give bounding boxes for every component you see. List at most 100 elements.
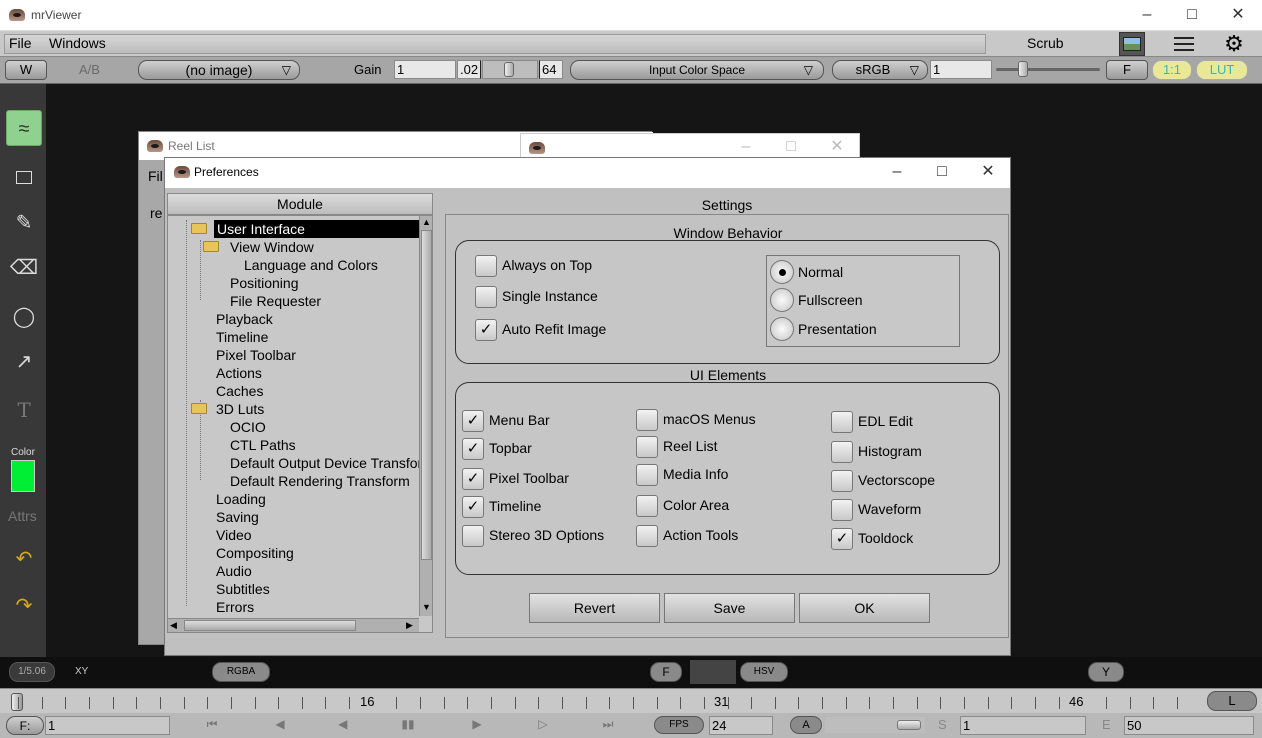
checkbox-pixel-toolbar[interactable]: ✓ <box>462 468 484 490</box>
maximize-icon[interactable]: □ <box>933 163 951 181</box>
step-back-icon[interactable]: ◀ <box>336 717 352 731</box>
scroll-left-icon[interactable]: ◀ <box>170 620 181 631</box>
gain-max-input[interactable]: 64 <box>539 60 563 79</box>
hamburger-menu-icon[interactable] <box>1174 37 1194 51</box>
menu-windows[interactable]: Windows <box>49 35 106 51</box>
lut-button[interactable]: LUT <box>1196 60 1248 80</box>
close-icon[interactable]: ✕ <box>828 138 846 156</box>
menu-file[interactable]: File <box>9 35 32 51</box>
play-icon[interactable]: ▷ <box>535 717 551 731</box>
tree-item[interactable]: File Requester <box>230 292 321 310</box>
scroll-thumb[interactable] <box>184 620 356 631</box>
f-button[interactable]: F <box>1106 60 1148 80</box>
minimize-icon[interactable]: – <box>1138 6 1156 24</box>
tree-item[interactable]: Caches <box>216 382 263 400</box>
scrub-mode[interactable]: Scrub <box>1027 35 1064 51</box>
checkbox-single-instance[interactable] <box>475 286 497 308</box>
audio-button[interactable]: A <box>790 716 822 734</box>
tree-item[interactable]: Subtitles <box>216 580 270 598</box>
close-icon[interactable]: ✕ <box>979 163 997 181</box>
select-rectangle-icon[interactable] <box>6 160 42 196</box>
y-button[interactable]: Y <box>1088 662 1124 682</box>
tree-vscrollbar[interactable]: ▲ ▼ <box>419 216 432 616</box>
checkbox-always-on-top[interactable] <box>475 255 497 277</box>
checkbox-stereo-3d-options[interactable] <box>462 525 484 547</box>
stop-icon[interactable]: ▮▮ <box>400 717 416 731</box>
end-frame-input[interactable]: 50 <box>1124 716 1254 735</box>
save-button[interactable]: Save <box>664 593 795 623</box>
gamma-input[interactable]: 1 <box>930 60 992 79</box>
tree-item[interactable]: Video <box>216 526 252 544</box>
undo-icon[interactable]: ↶ <box>6 541 42 577</box>
step-forward-icon[interactable]: ▶ <box>469 717 485 731</box>
ab-button[interactable]: A/B <box>79 62 100 77</box>
checkbox-action-tools[interactable] <box>636 525 658 547</box>
close-icon[interactable]: ✕ <box>1229 6 1247 24</box>
minimize-icon[interactable]: – <box>737 138 755 156</box>
tree-item[interactable]: Timeline <box>216 328 268 346</box>
attrs-label[interactable]: Attrs <box>8 508 37 524</box>
go-start-icon[interactable]: ⏮ <box>204 717 220 731</box>
text-icon[interactable]: T <box>6 392 42 428</box>
loop-button[interactable]: L <box>1207 691 1257 711</box>
tree-item[interactable]: Errors <box>216 598 254 616</box>
checkbox-vectorscope[interactable] <box>831 470 853 492</box>
scrub-tool-icon[interactable]: ≈ <box>6 110 42 146</box>
tree-item[interactable]: Default Output Device Transform <box>230 454 432 472</box>
tree-item[interactable]: OCIO <box>230 418 266 436</box>
arrow-icon[interactable]: ↗ <box>6 344 42 380</box>
timeline-handle[interactable] <box>11 693 23 711</box>
tree-item[interactable]: User Interface <box>214 220 420 238</box>
hsv-button[interactable]: HSV <box>740 662 788 682</box>
radio-fullscreen[interactable] <box>770 288 794 312</box>
checkbox-color-area[interactable] <box>636 495 658 517</box>
checkbox-tooldock[interactable]: ✓ <box>831 528 853 550</box>
tree-item[interactable]: View Window <box>230 238 314 256</box>
tree-item[interactable]: 3D Luts <box>216 400 264 418</box>
rgba-button[interactable]: RGBA <box>212 662 270 682</box>
tree-item[interactable]: Compositing <box>216 544 294 562</box>
redo-icon[interactable]: ↷ <box>6 588 42 624</box>
reel-menu-file[interactable]: Fil <box>148 168 163 184</box>
checkbox-macos-menus[interactable] <box>636 409 658 431</box>
tree-item[interactable]: Actions <box>216 364 262 382</box>
slider-handle[interactable] <box>897 720 921 730</box>
ok-button[interactable]: OK <box>799 593 930 623</box>
tree-item[interactable]: Audio <box>216 562 252 580</box>
gear-icon[interactable]: ⚙ <box>1223 33 1245 55</box>
go-end-icon[interactable]: ⏭ <box>600 717 616 731</box>
fps-button[interactable]: FPS <box>654 716 704 734</box>
image-selector[interactable]: (no image) ▽ <box>138 60 300 80</box>
scroll-down-icon[interactable]: ▼ <box>421 602 432 613</box>
maximize-icon[interactable]: □ <box>782 138 800 156</box>
checkbox-edl-edit[interactable] <box>831 411 853 433</box>
checkbox-auto-refit-image[interactable]: ✓ <box>475 319 497 341</box>
checkbox-timeline[interactable]: ✓ <box>462 496 484 518</box>
tree-item[interactable]: Default Rendering Transform <box>230 472 410 490</box>
gain-slider[interactable] <box>482 60 538 79</box>
tree-hscrollbar[interactable]: ◀ ▶ <box>168 618 419 632</box>
checkbox-waveform[interactable] <box>831 499 853 521</box>
circle-icon[interactable]: ◯ <box>6 299 42 335</box>
start-frame-input[interactable]: 1 <box>960 716 1086 735</box>
scroll-up-icon[interactable]: ▲ <box>421 217 432 228</box>
play-backwards-icon[interactable]: ◀ <box>272 717 288 731</box>
reel-item[interactable]: re <box>150 205 162 221</box>
tree-item[interactable]: Loading <box>216 490 266 508</box>
fps-input[interactable]: 24 <box>709 716 773 735</box>
gain-input[interactable]: 1 <box>394 60 456 79</box>
radio-normal[interactable] <box>770 260 794 284</box>
checkbox-reel-list[interactable] <box>636 436 658 458</box>
checkbox-media-info[interactable] <box>636 464 658 486</box>
color-swatch[interactable] <box>11 460 35 492</box>
maximize-icon[interactable]: □ <box>1183 6 1201 24</box>
tree-item[interactable]: Saving <box>216 508 259 526</box>
image-icon[interactable] <box>1119 32 1145 56</box>
tree-item[interactable]: Playback <box>216 310 273 328</box>
pixel-f-button[interactable]: F <box>650 662 682 682</box>
gamma-slider[interactable] <box>994 60 1104 79</box>
wipe-button[interactable]: W <box>5 60 47 80</box>
revert-button[interactable]: Revert <box>529 593 660 623</box>
checkbox-histogram[interactable] <box>831 441 853 463</box>
eraser-icon[interactable]: ⌫ <box>6 250 42 286</box>
